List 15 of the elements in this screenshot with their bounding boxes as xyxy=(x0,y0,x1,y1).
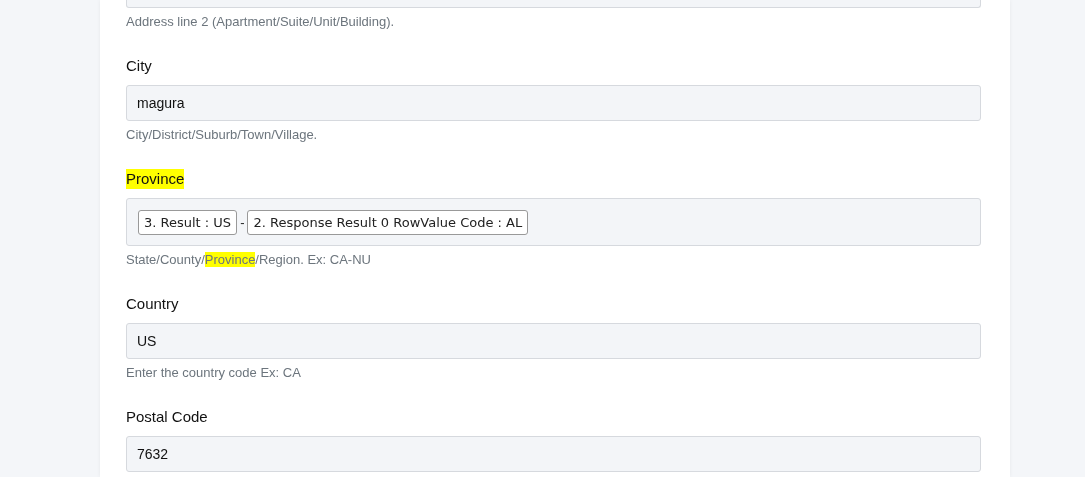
field-label: City xyxy=(126,56,152,76)
field-label: Province xyxy=(126,169,185,189)
token-input[interactable]: 3. Result : US - 2. Response Result 0 RowValue Code : AL xyxy=(126,198,981,246)
text-input[interactable]: US xyxy=(126,323,981,359)
text-input[interactable]: magura xyxy=(126,85,981,121)
separator-text: - xyxy=(240,214,245,230)
text-input[interactable]: 7632 xyxy=(126,436,981,472)
field-label: Postal Code xyxy=(126,407,208,427)
help-text: Address line 2 (Apartment/Suite/Unit/Building). xyxy=(126,13,396,31)
text-input[interactable] xyxy=(126,0,981,8)
field-label: Country xyxy=(126,294,179,314)
value-token: 2. Response Result 0 RowValue Code : AL xyxy=(247,209,529,235)
help-text: City/District/Suburb/Town/Village. xyxy=(126,126,319,144)
help-text: Enter the country code Ex: CA xyxy=(126,364,302,382)
value-token: 3. Result : US xyxy=(138,209,238,235)
